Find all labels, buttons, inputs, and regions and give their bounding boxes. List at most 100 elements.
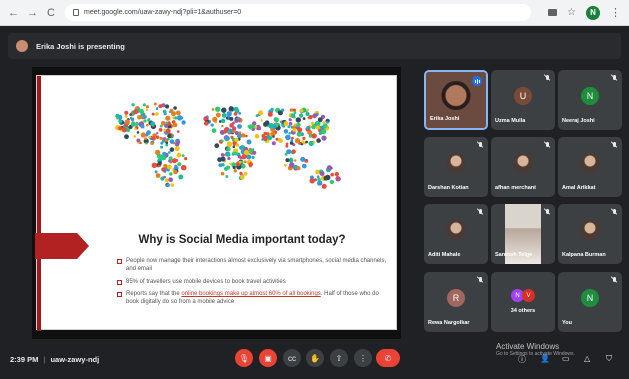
back-arrow-icon[interactable]: ←	[8, 7, 19, 19]
map-dot	[214, 143, 220, 149]
map-dot	[164, 123, 169, 128]
map-dot	[306, 126, 311, 130]
mic-muted-icon	[611, 142, 617, 150]
map-dot	[225, 136, 230, 141]
participant-tile[interactable]: Aditi Mahale	[424, 204, 488, 264]
map-dot	[248, 162, 253, 167]
map-dot	[226, 152, 231, 157]
map-dot	[145, 108, 149, 111]
camera-off-button[interactable]: ▣	[259, 349, 277, 367]
participant-tile[interactable]: afhan merchant	[491, 137, 555, 197]
map-dot	[124, 110, 129, 115]
map-dot	[238, 112, 242, 115]
map-dot	[296, 166, 301, 171]
participant-tile[interactable]: N Neeraj Joshi	[558, 70, 622, 130]
mic-off-button[interactable]: 🎙	[235, 349, 253, 367]
map-dot	[220, 153, 225, 157]
map-dot	[292, 125, 296, 129]
captions-button[interactable]: cc	[283, 349, 301, 367]
presenting-text: Erika Joshi is presenting	[36, 41, 125, 51]
participant-tile[interactable]: Kalpana Burman	[558, 204, 622, 264]
map-dot	[177, 162, 182, 167]
map-dot	[210, 123, 214, 127]
slide-arrow-shape	[35, 233, 89, 259]
map-dot	[316, 138, 321, 143]
participant-name: Darshan Kotian	[428, 185, 469, 191]
map-dot	[254, 133, 260, 139]
map-dot	[174, 146, 180, 152]
map-dot	[255, 114, 259, 117]
map-dot	[311, 124, 316, 130]
mic-muted-icon	[544, 75, 550, 83]
map-dot	[237, 124, 242, 129]
participant-tile[interactable]: N V 34 others	[491, 272, 555, 332]
slide-title: Why is Social Media important today?	[138, 234, 346, 246]
map-dot	[225, 165, 231, 170]
map-dot	[288, 132, 291, 135]
mic-muted-icon	[611, 209, 617, 217]
map-dot	[154, 170, 158, 174]
reload-icon[interactable]: C	[46, 7, 56, 19]
map-dot	[124, 119, 130, 125]
map-dot	[167, 133, 172, 139]
forward-arrow-icon[interactable]: →	[27, 7, 38, 19]
activities-icon[interactable]: △	[584, 354, 590, 363]
map-dot	[233, 106, 239, 112]
participant-tile[interactable]: Santosh Telge	[491, 204, 555, 264]
participant-tile[interactable]: Amal Arikkat	[558, 137, 622, 197]
participant-name: Aditi Mahale	[428, 252, 461, 258]
map-dot	[173, 106, 177, 110]
map-dot	[266, 132, 270, 136]
map-dot	[252, 150, 257, 155]
map-dot	[258, 127, 261, 131]
map-dot	[221, 107, 227, 113]
map-dot	[155, 135, 160, 139]
others-avatar: V	[522, 289, 535, 302]
map-dot	[160, 145, 164, 149]
map-dot	[306, 108, 309, 112]
participant-tile[interactable]: U Uzma Mulla	[491, 70, 555, 130]
map-dot	[288, 122, 293, 126]
map-dot	[162, 109, 167, 114]
participant-tile[interactable]: R Rewa Nargolkar	[424, 272, 488, 332]
map-dot	[273, 117, 279, 123]
bullet-link[interactable]: online bookings make up almost 60% of al…	[181, 291, 320, 297]
host-controls-icon[interactable]: ⛉	[606, 354, 612, 364]
map-dot	[251, 155, 255, 160]
participant-tile[interactable]: Erika Joshi	[424, 70, 488, 130]
raise-hand-button[interactable]: ✋	[306, 349, 324, 367]
participant-tile[interactable]: N You	[558, 272, 622, 332]
map-dot	[178, 174, 184, 180]
bullet-text: 85% of travellers use mobile devices to …	[126, 278, 286, 285]
map-dot	[302, 117, 306, 120]
map-dot	[285, 134, 291, 141]
map-dot	[233, 169, 237, 173]
watermark-subtitle: Go to Settings to activate Windows.	[496, 351, 575, 357]
map-dot	[167, 164, 172, 170]
map-dot	[140, 124, 145, 129]
participant-name: afhan merchant	[495, 185, 536, 191]
bullet-item: Reports say that the online bookings mak…	[117, 291, 387, 307]
presentation-area: Why is Social Media important today? Peo…	[32, 67, 401, 339]
map-dot	[238, 146, 242, 149]
map-dot	[163, 163, 168, 169]
participant-name: Santosh Telge	[495, 252, 533, 258]
map-dot	[229, 116, 234, 121]
map-dot	[121, 127, 127, 133]
map-dot	[139, 108, 144, 114]
participant-tile[interactable]: Darshan Kotian	[424, 137, 488, 197]
leave-call-button[interactable]: ✆	[376, 349, 400, 367]
profile-avatar[interactable]: N	[586, 5, 600, 20]
map-dot	[156, 153, 162, 159]
participant-name: Kalpana Burman	[562, 252, 606, 258]
address-bar[interactable]: meet.google.com/uaw-zawy-ndj?pli=1&authu…	[65, 4, 532, 21]
more-options-button[interactable]: ⋮	[354, 349, 372, 367]
map-dot	[241, 133, 246, 138]
map-dot	[176, 130, 180, 133]
map-dot	[147, 118, 151, 121]
map-dot	[285, 144, 289, 148]
bookmark-star-icon[interactable]: ☆	[567, 7, 576, 18]
browser-menu-icon[interactable]: ⋮	[610, 6, 621, 19]
camera-extension-icon[interactable]	[548, 9, 558, 16]
present-now-button[interactable]: ⇧	[330, 349, 348, 367]
